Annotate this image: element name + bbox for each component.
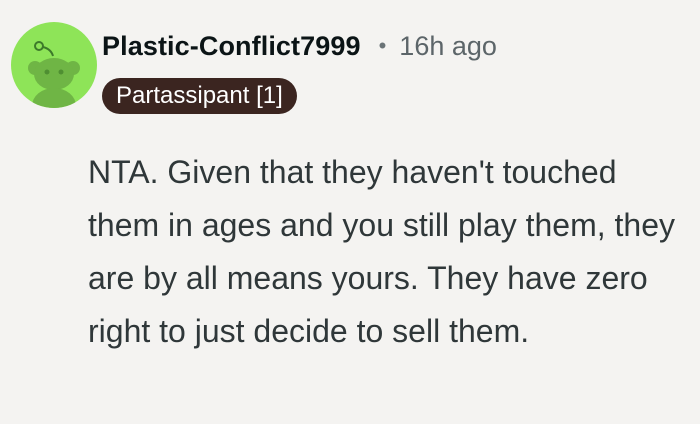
user-flair-badge: Partassipant [1] bbox=[102, 78, 297, 114]
timestamp[interactable]: 16h ago bbox=[399, 31, 497, 62]
comment-meta: Plastic-Conflict7999 • 16h ago bbox=[102, 26, 497, 66]
snoo-icon bbox=[28, 41, 80, 108]
snoo-avatar-icon[interactable] bbox=[11, 22, 97, 108]
comment-body: NTA. Given that they haven't touched the… bbox=[88, 154, 675, 349]
separator-dot: • bbox=[378, 33, 387, 58]
comment: Plastic-Conflict7999 • 16h ago Partassip… bbox=[0, 0, 700, 424]
username-link[interactable]: Plastic-Conflict7999 bbox=[102, 31, 361, 62]
